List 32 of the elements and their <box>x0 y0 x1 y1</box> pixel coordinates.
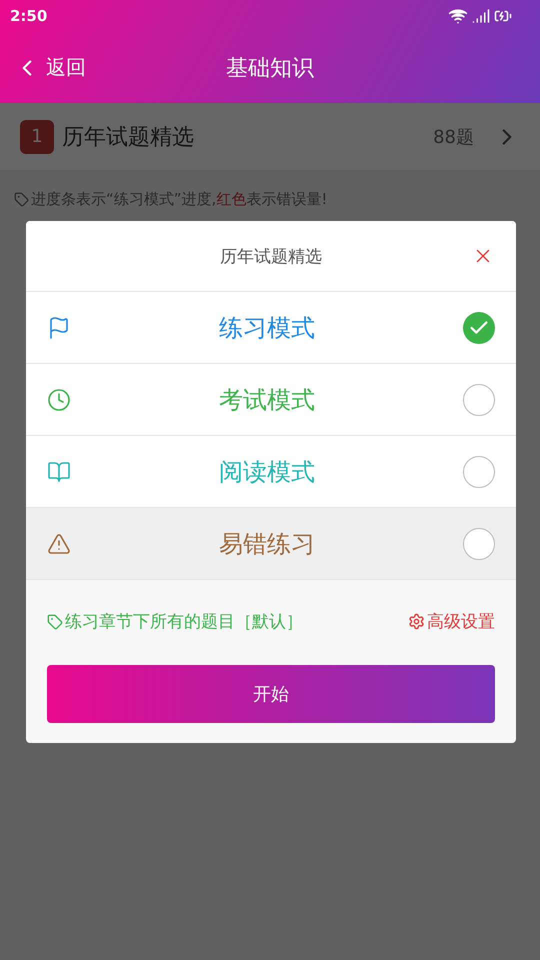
chapter-number: 1 <box>20 120 54 154</box>
dialog-title: 历年试题精选 <box>220 246 322 268</box>
radio-button[interactable] <box>463 384 495 416</box>
chapter-title: 历年试题精选 <box>62 124 195 152</box>
mode-label: 考试模式 <box>218 384 316 416</box>
hint-text: 进度条表示“练习模式”进度,红色表示错误量! <box>31 190 328 209</box>
signal-icon <box>472 7 490 25</box>
radio-button[interactable] <box>463 312 495 344</box>
back-button[interactable]: 返回 <box>0 54 86 81</box>
tag-icon <box>47 614 63 630</box>
scope-text: 练习章节下所有的题目［默认］ <box>65 611 303 633</box>
question-count: 88题 <box>433 126 474 148</box>
mode-option[interactable]: 易错练习 <box>26 508 516 580</box>
mode-label: 阅读模式 <box>218 456 316 488</box>
flag-icon <box>47 316 71 340</box>
tag-icon <box>14 192 29 207</box>
book-icon <box>47 460 71 484</box>
settings-icon <box>408 613 425 630</box>
mode-label: 易错练习 <box>218 528 316 560</box>
page-title: 基础知识 <box>226 54 314 82</box>
warning-icon <box>47 532 71 556</box>
status-time: 2:50 <box>10 7 48 25</box>
chapter-row[interactable]: 1 历年试题精选 88题 <box>0 103 540 170</box>
settings-link[interactable]: 高级设置 <box>408 610 495 633</box>
mode-option[interactable]: 考试模式 <box>26 364 516 436</box>
mode-label: 练习模式 <box>218 312 316 344</box>
clock-icon <box>47 388 71 412</box>
mode-option[interactable]: 练习模式 <box>26 292 516 364</box>
radio-button[interactable] <box>463 528 495 560</box>
radio-button[interactable] <box>463 456 495 488</box>
start-button[interactable]: 开始 <box>47 665 495 723</box>
mode-option[interactable]: 阅读模式 <box>26 436 516 508</box>
